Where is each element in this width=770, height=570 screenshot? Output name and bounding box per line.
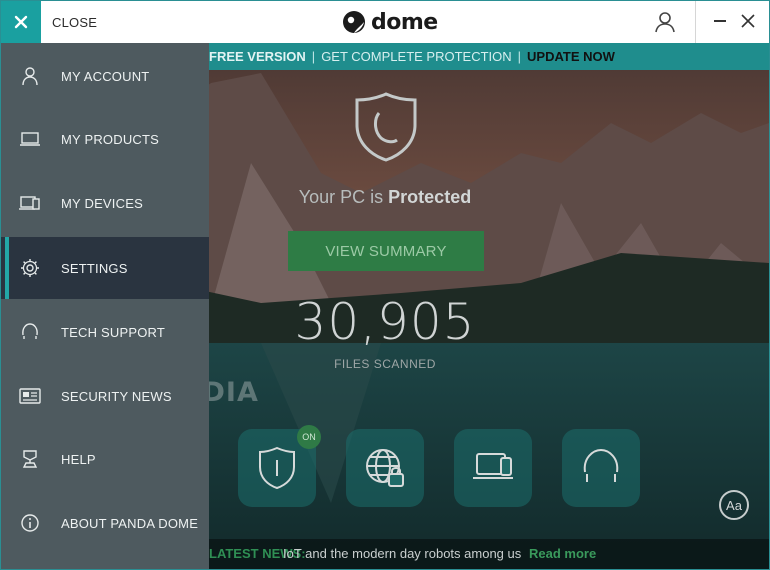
menu-item-label: TECH SUPPORT: [61, 324, 166, 340]
help-icon: [19, 448, 41, 470]
news-headline[interactable]: IoT and the modern day robots among us: [283, 546, 521, 561]
devices-icon: [19, 192, 41, 214]
minimize-button[interactable]: [714, 20, 726, 22]
menu-item-my-account[interactable]: MY ACCOUNT: [1, 45, 209, 107]
menu-item-label: MY DEVICES: [61, 195, 143, 211]
panda-logo-icon: [343, 11, 365, 33]
menu-item-label: SETTINGS: [61, 260, 128, 276]
headset-icon: [19, 321, 41, 343]
menu-item-label: ABOUT PANDA DOME: [61, 515, 199, 531]
gear-icon: [19, 257, 41, 279]
logo-wordmark: dome: [371, 9, 438, 35]
status-prefix: Your PC is: [298, 187, 384, 207]
promo-text: FREE VERSION | GET COMPLETE PROTECTION | UPD…: [209, 49, 615, 64]
shield-icon: [259, 446, 295, 490]
menu-item-help[interactable]: HELP: [1, 428, 209, 490]
panda-dome-window: CLOSE dome FREE VERSION | GET COMPLETE P…: [0, 0, 770, 570]
device-tile[interactable]: [454, 429, 532, 507]
menu-item-tech-support[interactable]: TECH SUPPORT: [1, 301, 209, 363]
menu-item-my-products[interactable]: MY PRODUCTS: [1, 108, 209, 170]
menu-item-security-news[interactable]: SECURITY NEWS: [1, 365, 209, 427]
close-icon: [14, 15, 28, 29]
menu-item-label: MY ACCOUNT: [61, 68, 150, 84]
user-icon: [19, 65, 41, 87]
title-bar: CLOSE dome: [1, 1, 769, 43]
close-menu-label[interactable]: CLOSE: [52, 15, 97, 30]
view-summary-button[interactable]: VIEW SUMMARY: [288, 231, 484, 271]
menu-item-about[interactable]: ABOUT PANDA DOME: [1, 492, 209, 554]
font-size-button[interactable]: Aa: [719, 490, 749, 520]
status-state: Protected: [388, 187, 472, 207]
free-version-label: FREE VERSION: [209, 49, 306, 64]
web-protection-tile[interactable]: [346, 429, 424, 507]
window-close-button[interactable]: [741, 14, 755, 28]
menu-item-label: SECURITY NEWS: [61, 388, 172, 404]
headset-icon: [583, 448, 619, 482]
update-now-link[interactable]: UPDATE NOW: [527, 49, 615, 64]
panda-dome-logo: dome: [341, 9, 438, 35]
laptop-device-icon: [473, 453, 513, 479]
get-protection-label: GET COMPLETE PROTECTION: [321, 49, 512, 64]
info-icon: [19, 512, 41, 534]
antivirus-on-badge: ON: [297, 425, 321, 449]
read-more-link[interactable]: Read more: [529, 546, 596, 561]
news-icon: [19, 385, 41, 407]
menu-item-settings[interactable]: SETTINGS: [1, 237, 209, 299]
support-tile[interactable]: [562, 429, 640, 507]
laptop-icon: [19, 128, 41, 150]
menu-item-label: MY PRODUCTS: [61, 131, 160, 147]
side-menu: MY ACCOUNT MY PRODUCTS MY DEVICES SETTIN…: [1, 43, 209, 569]
shield-status-icon: [355, 92, 417, 162]
titlebar-divider: [695, 1, 696, 43]
user-account-icon[interactable]: [653, 11, 677, 33]
menu-item-my-devices[interactable]: MY DEVICES: [1, 172, 209, 234]
close-menu-button[interactable]: [1, 1, 41, 43]
menu-item-label: HELP: [61, 451, 96, 467]
globe-lock-icon: [366, 449, 404, 487]
files-scanned-label: FILES SCANNED: [334, 357, 436, 371]
files-scanned-count: 30,905: [294, 293, 476, 351]
protection-status: Your PC is Protected: [209, 187, 561, 208]
